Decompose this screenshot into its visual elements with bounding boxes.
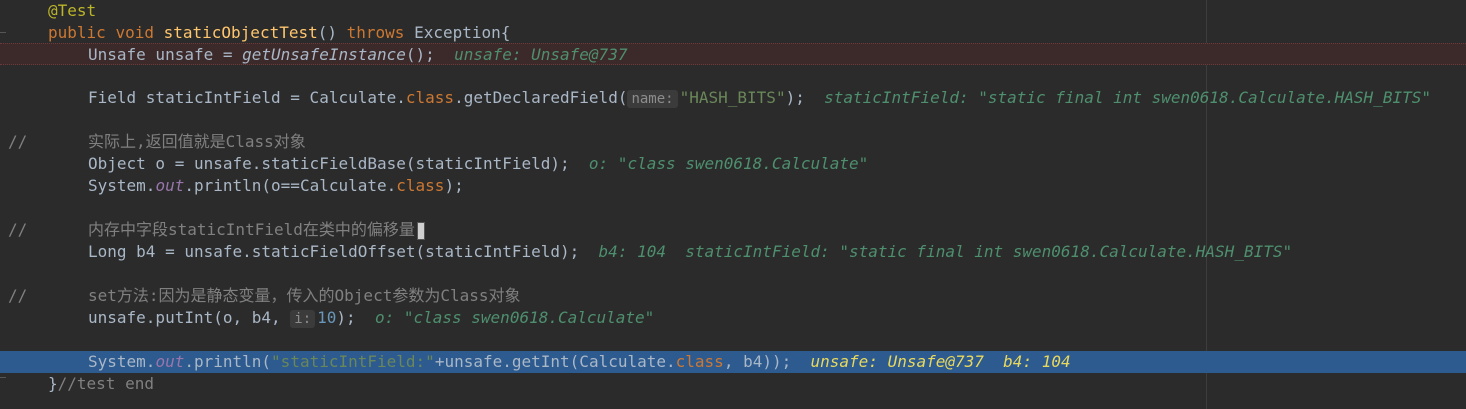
code-text: ();	[405, 45, 435, 64]
code-text: Unsafe unsafe =	[88, 45, 243, 64]
text-cursor-icon	[416, 221, 425, 240]
code-line-7-comment[interactable]: // 实际上,返回值就是Class对象	[0, 131, 1466, 153]
code-line-11-comment[interactable]: // 内存中字段staticIntField在类中的偏移量	[0, 219, 1466, 241]
debug-inline-value: b4: 104 staticIntField: "static final in…	[598, 242, 1293, 261]
static-field-out: out	[155, 176, 185, 195]
code-text: System.	[88, 352, 156, 371]
code-line-12[interactable]: Long b4 = unsafe.staticFieldOffset(stati…	[0, 241, 1466, 263]
comment-text: //test end	[57, 374, 154, 393]
code-line-17-current-execution[interactable]: System.out.println("staticIntField:"+uns…	[0, 351, 1466, 373]
static-field-out: out	[155, 352, 185, 371]
code-text: Exception{	[404, 23, 511, 42]
keyword-class: class	[675, 352, 724, 371]
keyword-class: class	[396, 176, 445, 195]
string-literal: "HASH_BITS"	[679, 88, 786, 107]
method-call: getUnsafeInstance	[242, 45, 406, 64]
line-comment-marker: //	[8, 286, 28, 305]
code-text: System.	[88, 176, 156, 195]
code-text: Object o = unsafe.staticFieldBase(static…	[88, 154, 570, 173]
code-text: );	[444, 176, 464, 195]
keyword-class: class	[405, 88, 455, 107]
code-text: .println(o==Calculate.	[184, 176, 397, 195]
debug-inline-value: o: "class swen0618.Calculate"	[588, 154, 869, 173]
debug-inline-value: staticIntField: "static final int swen06…	[824, 88, 1431, 107]
code-text: );	[785, 88, 805, 107]
code-line-9[interactable]: System.out.println(o==Calculate.class);	[0, 175, 1466, 197]
code-text: ()	[317, 23, 347, 42]
debug-inline-value: o: "class swen0618.Calculate"	[374, 308, 655, 327]
code-text: Field staticIntField = Calculate.	[88, 88, 406, 107]
code-text: );	[336, 308, 356, 327]
parameter-name-hint: name:	[627, 90, 678, 108]
code-line-1[interactable]: @Test	[0, 0, 1466, 22]
keyword-throws: throws	[346, 23, 405, 42]
code-line-14-comment[interactable]: // set方法:因为是静态变量，传入的Object参数为Class对象	[0, 285, 1466, 307]
comment-text: 实际上,返回值就是Class对象	[88, 132, 306, 151]
keyword-public: public	[48, 23, 106, 42]
comment-text: 内存中字段staticIntField在类中的偏移量	[88, 220, 415, 239]
code-text: }	[48, 374, 58, 393]
code-line-5[interactable]: Field staticIntField = Calculate.class.g…	[0, 87, 1466, 109]
annotation-token: @Test	[48, 1, 97, 20]
code-line-2[interactable]: public void staticObjectTest() throws Ex…	[0, 22, 1466, 44]
code-line-8[interactable]: Object o = unsafe.staticFieldBase(static…	[0, 153, 1466, 175]
keyword-void: void	[115, 23, 154, 42]
code-text: unsafe.putInt(o, b4,	[88, 308, 291, 327]
number-literal: 10	[317, 308, 337, 327]
parameter-name-hint: i:	[290, 310, 316, 328]
code-text: Long b4 = unsafe.staticFieldOffset(stati…	[88, 242, 580, 261]
debug-inline-value: unsafe: Unsafe@737	[454, 45, 628, 64]
code-text: +unsafe.getInt(Calculate.	[434, 352, 676, 371]
code-text: .println(	[184, 352, 272, 371]
code-line-18[interactable]: }//test end	[0, 373, 1466, 395]
code-text: .getDeclaredField(	[454, 88, 628, 107]
debug-inline-value: unsafe: Unsafe@737 b4: 104	[810, 352, 1071, 371]
line-comment-marker: //	[8, 132, 28, 151]
comment-text: set方法:因为是静态变量，传入的Object参数为Class对象	[88, 286, 521, 305]
method-name: staticObjectTest	[163, 23, 318, 42]
line-comment-marker: //	[8, 220, 28, 239]
code-text: , b4));	[723, 352, 792, 371]
string-literal: "staticIntField:"	[271, 352, 435, 371]
code-line-3-breakpoint[interactable]: Unsafe unsafe = getUnsafeInstance(); uns…	[0, 43, 1466, 65]
code-editor[interactable]: @Test public void staticObjectTest() thr…	[0, 0, 1466, 409]
code-line-15[interactable]: unsafe.putInt(o, b4, i: 10); o: "class sw…	[0, 307, 1466, 329]
